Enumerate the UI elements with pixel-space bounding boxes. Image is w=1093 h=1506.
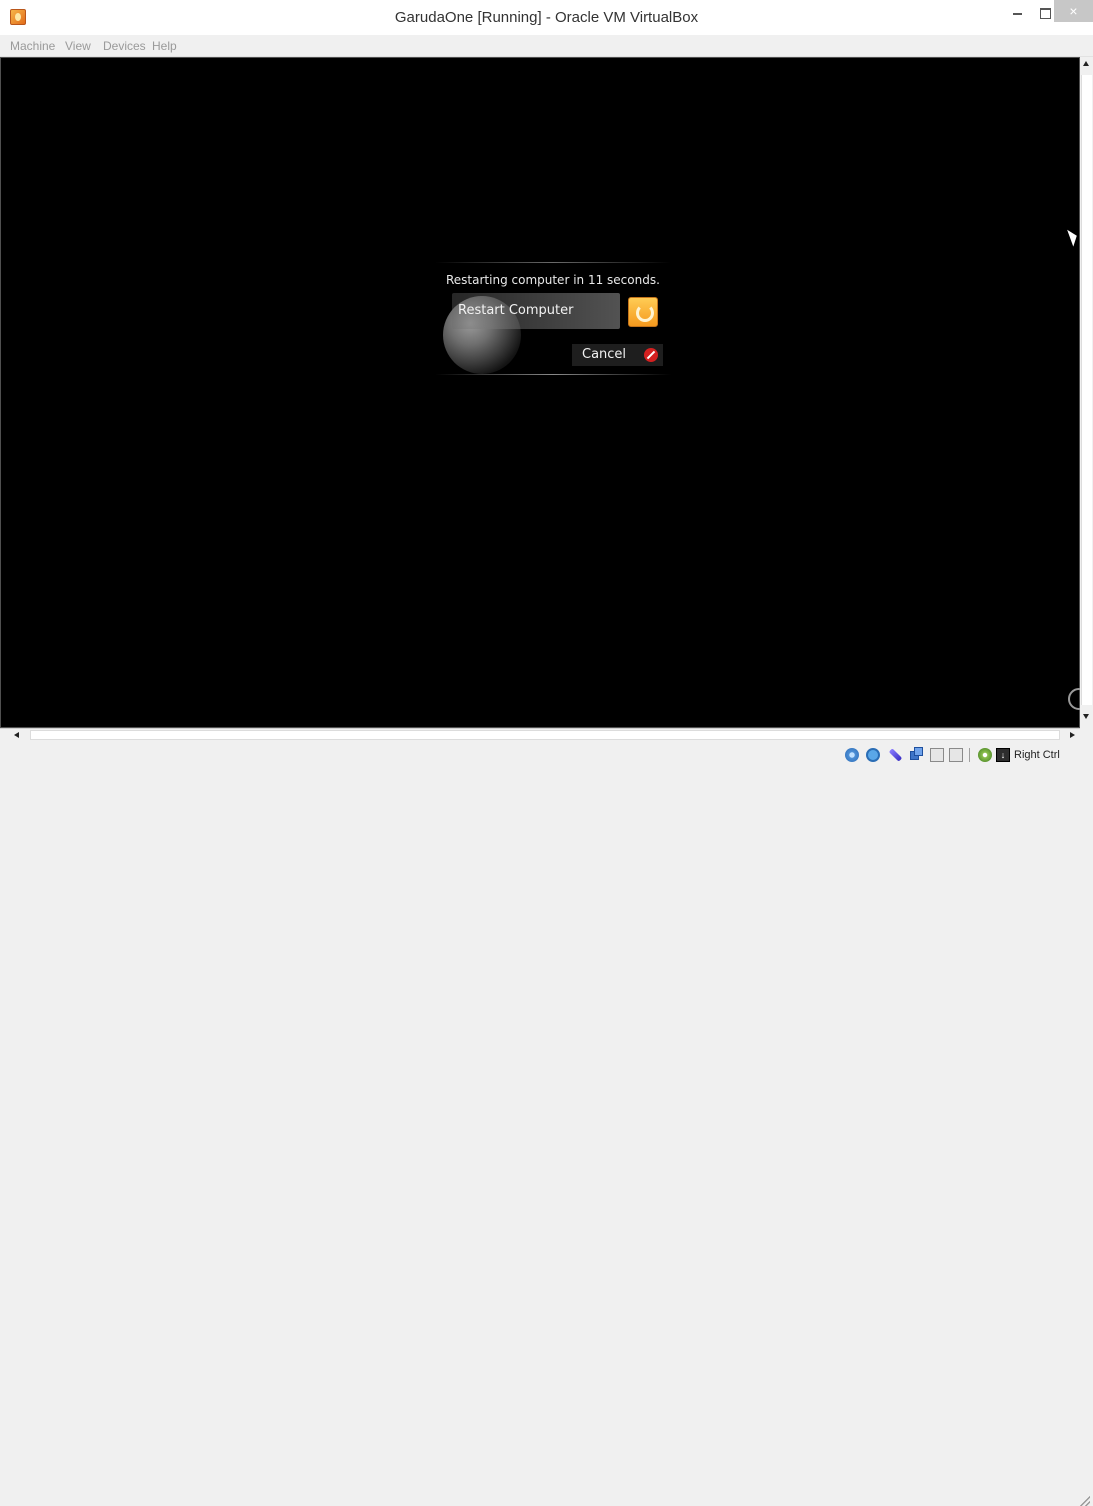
scroll-right-icon[interactable] bbox=[1070, 732, 1075, 738]
title-bar: GarudaOne [Running] - Oracle VM VirtualB… bbox=[0, 0, 1093, 35]
scroll-down-icon[interactable] bbox=[1083, 714, 1089, 719]
guest-display[interactable] bbox=[0, 57, 1080, 728]
status-bar: ↓ Right Ctrl bbox=[0, 742, 1093, 1506]
minimize-button[interactable] bbox=[1002, 0, 1032, 26]
restart-computer-label: Restart Computer bbox=[458, 303, 574, 318]
keyboard-capture-icon[interactable]: ↓ bbox=[996, 748, 1010, 762]
network-adapter-icon[interactable] bbox=[914, 747, 923, 756]
cancel-button[interactable]: Cancel bbox=[572, 344, 663, 366]
minimize-icon bbox=[1012, 13, 1022, 16]
usb-icon[interactable] bbox=[888, 748, 903, 762]
dialog-bottom-divider bbox=[435, 374, 671, 375]
dialog-top-divider bbox=[435, 262, 671, 263]
menu-view[interactable]: View bbox=[65, 39, 91, 53]
menu-machine[interactable]: Machine bbox=[10, 39, 55, 53]
close-button[interactable]: × bbox=[1054, 0, 1093, 22]
scroll-up-icon[interactable] bbox=[1083, 61, 1089, 66]
shared-folders-icon[interactable] bbox=[930, 748, 944, 762]
vertical-scrollbar[interactable] bbox=[1080, 57, 1093, 728]
restart-computer-button[interactable]: Restart Computer bbox=[452, 293, 620, 329]
hard-disk-icon[interactable] bbox=[845, 748, 859, 762]
cancel-icon bbox=[644, 348, 658, 362]
cancel-label: Cancel bbox=[582, 347, 627, 362]
display-icon[interactable] bbox=[949, 748, 963, 762]
restart-icon[interactable] bbox=[628, 297, 658, 327]
restart-dialog: Restarting computer in 11 seconds. Resta… bbox=[435, 262, 671, 376]
menu-help[interactable]: Help bbox=[152, 39, 177, 53]
resize-grip-icon[interactable] bbox=[1080, 1496, 1090, 1506]
host-key-label: Right Ctrl bbox=[1014, 749, 1060, 761]
restart-countdown-message: Restarting computer in 11 seconds. bbox=[446, 273, 660, 287]
scroll-left-icon[interactable] bbox=[14, 732, 19, 738]
mouse-integration-icon[interactable] bbox=[978, 748, 992, 762]
menu-bar: Machine View Devices Help bbox=[0, 35, 1093, 57]
optical-drive-icon[interactable] bbox=[866, 748, 880, 762]
vertical-scroll-thumb[interactable] bbox=[1081, 75, 1092, 705]
status-separator bbox=[969, 748, 970, 762]
horizontal-scrollbar[interactable] bbox=[0, 728, 1080, 742]
horizontal-scroll-thumb[interactable] bbox=[30, 730, 1060, 740]
menu-devices[interactable]: Devices bbox=[103, 39, 146, 53]
maximize-icon bbox=[1039, 7, 1051, 19]
window-title: GarudaOne [Running] - Oracle VM VirtualB… bbox=[394, 9, 699, 26]
